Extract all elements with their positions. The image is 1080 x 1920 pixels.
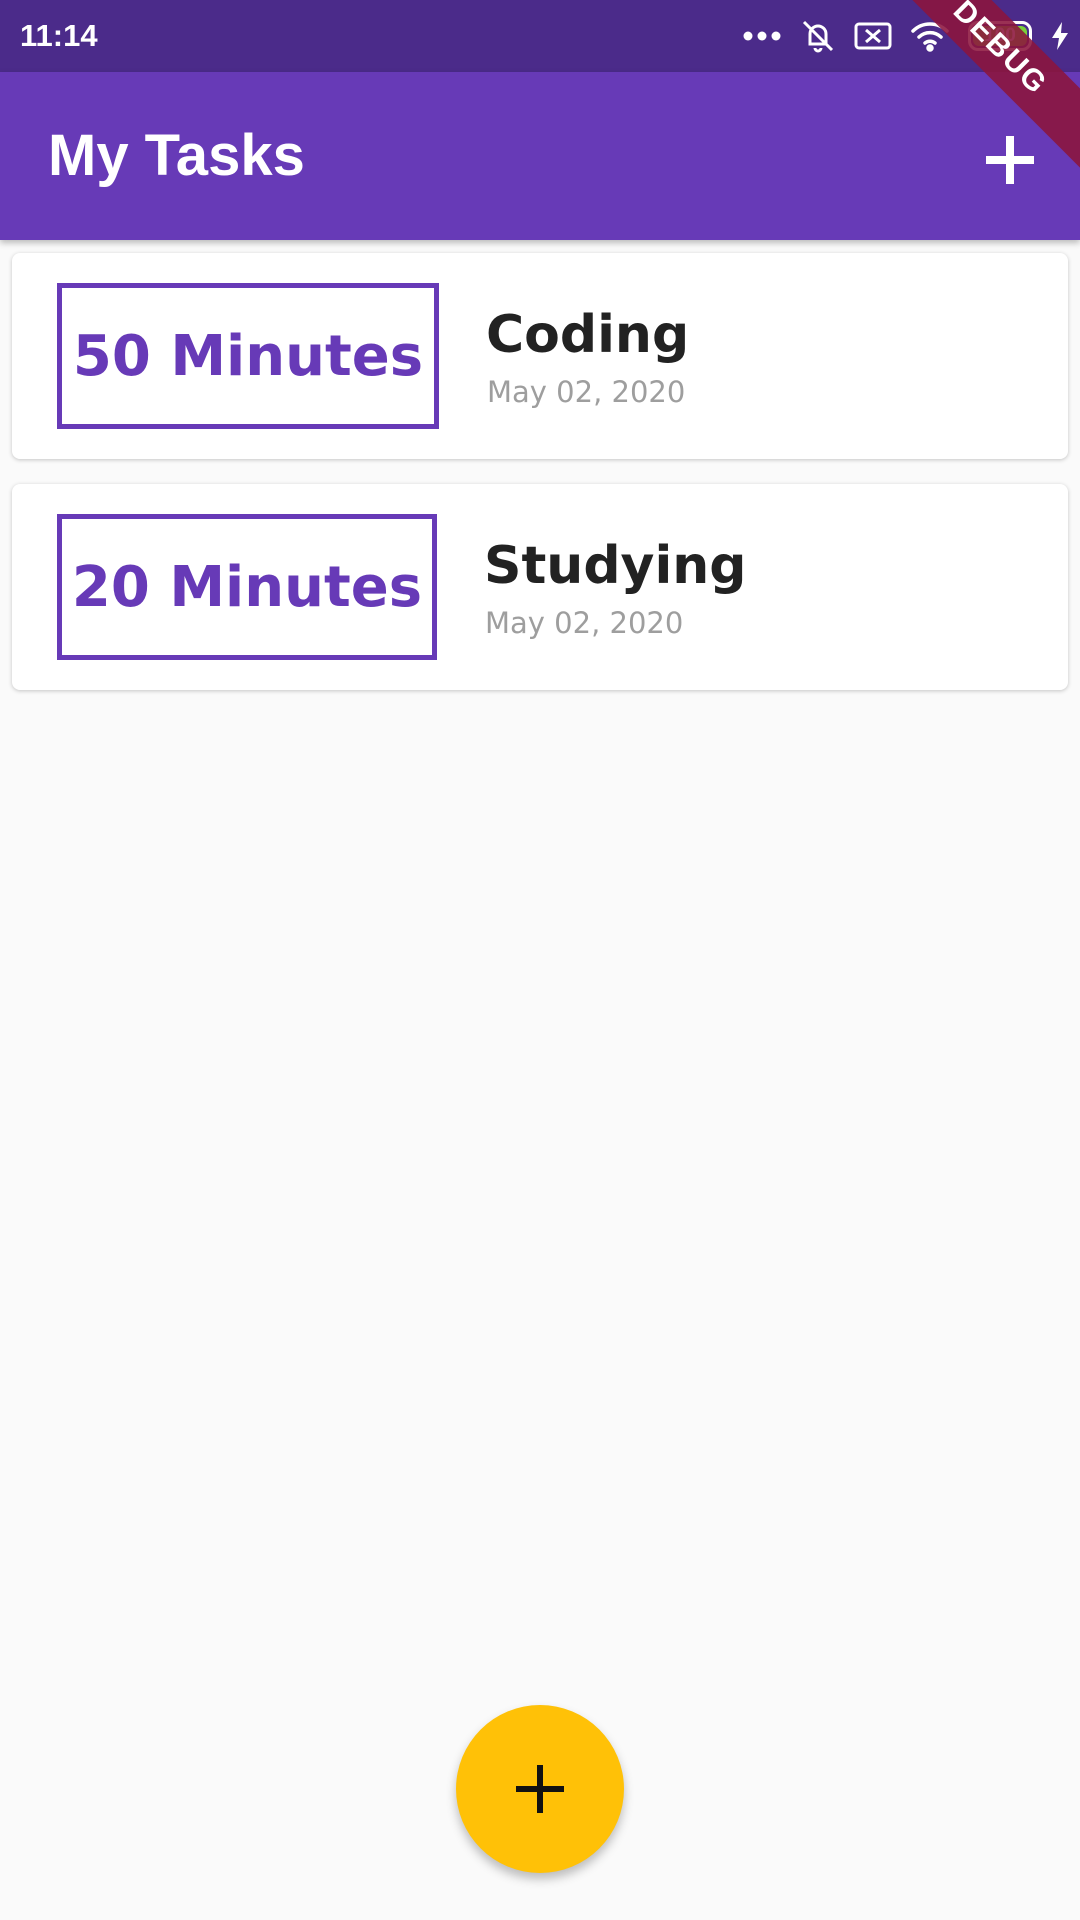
bell-off-icon [800,18,836,54]
task-card[interactable]: 20 Minutes Studying May 02, 2020 [12,484,1068,690]
task-list: 50 Minutes Coding May 02, 2020 20 Minute… [12,253,1068,715]
more-dots-icon [742,29,782,43]
fab-add-button[interactable] [456,1705,624,1873]
status-time: 11:14 [20,18,98,53]
task-duration: 50 Minutes [57,283,439,429]
plus-icon [516,1765,564,1813]
page-title: My Tasks [48,123,305,188]
task-title: Studying [484,536,747,596]
task-date: May 02, 2020 [487,375,686,409]
task-title: Coding [486,305,690,365]
task-date: May 02, 2020 [485,606,684,640]
add-task-button[interactable] [980,130,1040,190]
task-duration: 20 Minutes [57,514,437,660]
sim-x-icon [854,21,892,51]
task-card[interactable]: 50 Minutes Coding May 02, 2020 [12,253,1068,459]
charging-bolt-icon [1050,21,1070,51]
app-bar: My Tasks [0,72,1080,240]
plus-icon [986,136,1034,184]
status-bar: 11:14 100 [0,0,1080,72]
